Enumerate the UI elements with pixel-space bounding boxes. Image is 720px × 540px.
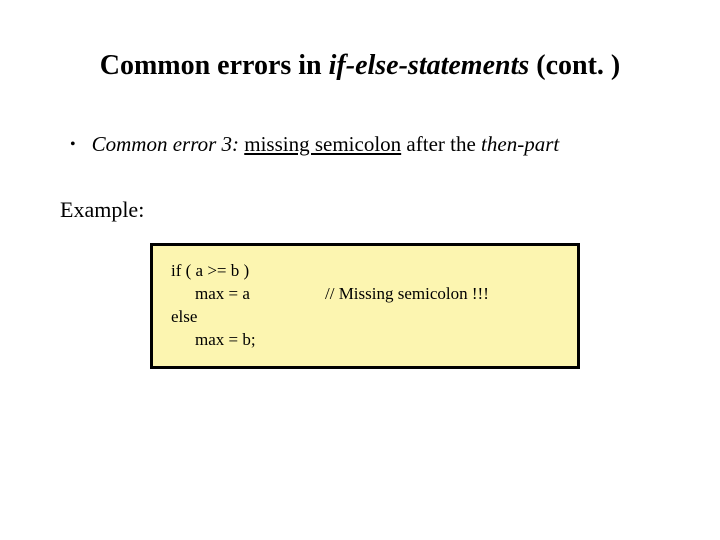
bullet-tail: then-part bbox=[481, 132, 559, 156]
slide-title: Common errors in if-else-statements (con… bbox=[60, 50, 660, 82]
bullet-after1: after the bbox=[401, 132, 481, 156]
bullet-marker: • bbox=[70, 136, 76, 154]
title-italic-part: if-else-statements bbox=[329, 50, 530, 81]
title-prefix: Common errors in bbox=[100, 50, 329, 81]
example-label: Example: bbox=[60, 197, 660, 223]
code-line-2: max = a // Missing semicolon !!! bbox=[171, 283, 559, 306]
title-suffix: (cont. ) bbox=[529, 50, 620, 81]
code-box: if ( a >= b ) max = a // Missing semicol… bbox=[150, 243, 580, 369]
bullet-lead: Common error 3: bbox=[92, 132, 239, 156]
code-line-3: else bbox=[171, 306, 559, 329]
bullet-text: Common error 3: missing semicolon after … bbox=[92, 132, 560, 157]
code-l2-comment: // Missing semicolon !!! bbox=[325, 283, 489, 306]
bullet-item: • Common error 3: missing semicolon afte… bbox=[70, 132, 660, 157]
code-l2-left: max = a bbox=[195, 283, 325, 306]
code-line-4: max = b; bbox=[171, 329, 559, 352]
bullet-underline: missing semicolon bbox=[244, 132, 401, 156]
code-line-1: if ( a >= b ) bbox=[171, 260, 559, 283]
code-box-container: if ( a >= b ) max = a // Missing semicol… bbox=[150, 243, 660, 369]
